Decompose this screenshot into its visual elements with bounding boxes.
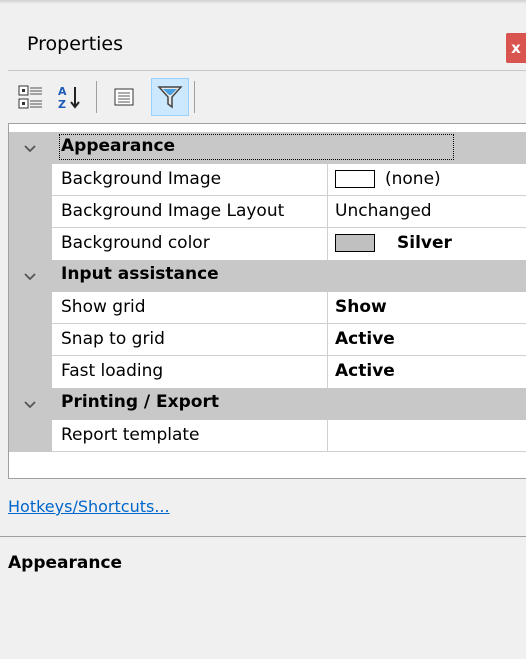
toolbar-separator	[96, 81, 97, 113]
property-pages-button[interactable]	[105, 78, 143, 116]
color-swatch	[335, 170, 375, 188]
chevron-down-icon[interactable]	[20, 266, 40, 286]
category-label: Printing / Export	[61, 392, 219, 412]
property-value: Silver	[397, 233, 452, 253]
category-label: Input assistance	[61, 264, 219, 284]
categorized-button[interactable]	[12, 78, 50, 116]
property-value: Unchanged	[335, 201, 432, 221]
filter-icon	[157, 86, 183, 109]
row-gutter	[9, 228, 52, 260]
property-value-cell[interactable]: (none)	[327, 164, 526, 196]
property-value-cell[interactable]: Silver	[327, 228, 526, 260]
property-grid: Appearance Background Image (none) Backg…	[8, 123, 526, 478]
hotkeys-shortcuts-link[interactable]: Hotkeys/Shortcuts...	[8, 497, 170, 516]
property-value: Show	[335, 297, 387, 317]
splitter[interactable]	[8, 478, 526, 486]
svg-text:Z: Z	[58, 98, 66, 110]
chevron-down-icon[interactable]	[20, 138, 40, 158]
chevron-down-icon[interactable]	[20, 394, 40, 414]
description-panel: Appearance	[0, 536, 526, 659]
color-swatch	[335, 234, 375, 252]
window-title: Properties	[27, 33, 124, 55]
property-pages-icon	[114, 88, 134, 106]
description-title: Appearance	[8, 553, 123, 573]
property-value-cell[interactable]: Active	[327, 324, 526, 356]
property-value-cell[interactable]: Unchanged	[327, 196, 526, 228]
property-name: Show grid	[61, 297, 146, 317]
alphabetical-button[interactable]: A Z	[50, 78, 88, 116]
close-button[interactable]: x	[506, 33, 526, 63]
row-gutter	[9, 324, 52, 356]
row-divider	[52, 451, 526, 452]
category-appearance[interactable]: Appearance	[9, 132, 526, 164]
filter-button[interactable]	[151, 78, 189, 116]
property-name: Fast loading	[61, 361, 164, 381]
property-name: Background Image	[61, 169, 222, 189]
property-row-fast-loading[interactable]: Fast loading Active	[9, 356, 526, 388]
row-gutter	[9, 292, 52, 324]
property-name: Report template	[61, 425, 200, 445]
property-row-background-image-layout[interactable]: Background Image Layout Unchanged	[9, 196, 526, 228]
focus-rectangle	[59, 134, 454, 160]
property-row-report-template[interactable]: Report template	[9, 420, 526, 452]
property-row-snap-to-grid[interactable]: Snap to grid Active	[9, 324, 526, 356]
property-value: (none)	[385, 169, 441, 189]
property-value-cell[interactable]: Active	[327, 356, 526, 388]
close-icon: x	[511, 39, 521, 57]
toolbar: A Z	[8, 71, 526, 123]
property-value-cell[interactable]	[327, 420, 526, 452]
property-value-cell[interactable]: Show	[327, 292, 526, 324]
property-value: Active	[335, 361, 395, 381]
category-input-assistance[interactable]: Input assistance	[9, 260, 526, 292]
property-name: Snap to grid	[61, 329, 165, 349]
property-name: Background Image Layout	[61, 201, 285, 221]
toolbar-separator	[194, 81, 195, 113]
categorized-icon	[18, 85, 42, 109]
property-row-background-image[interactable]: Background Image (none)	[9, 164, 526, 196]
property-row-show-grid[interactable]: Show grid Show	[9, 292, 526, 324]
properties-window: Properties x A Z Appearance Background I…	[0, 0, 526, 659]
row-gutter	[9, 356, 52, 388]
row-gutter	[9, 420, 52, 452]
row-gutter	[9, 164, 52, 196]
window-shadow	[0, 0, 526, 4]
alphabetical-sort-icon: A Z	[58, 85, 80, 110]
property-name: Background color	[61, 233, 210, 253]
property-value: Active	[335, 329, 395, 349]
svg-text:A: A	[58, 85, 67, 98]
category-printing-export[interactable]: Printing / Export	[9, 388, 526, 420]
property-row-background-color[interactable]: Background color Silver	[9, 228, 526, 260]
row-gutter	[9, 196, 52, 228]
